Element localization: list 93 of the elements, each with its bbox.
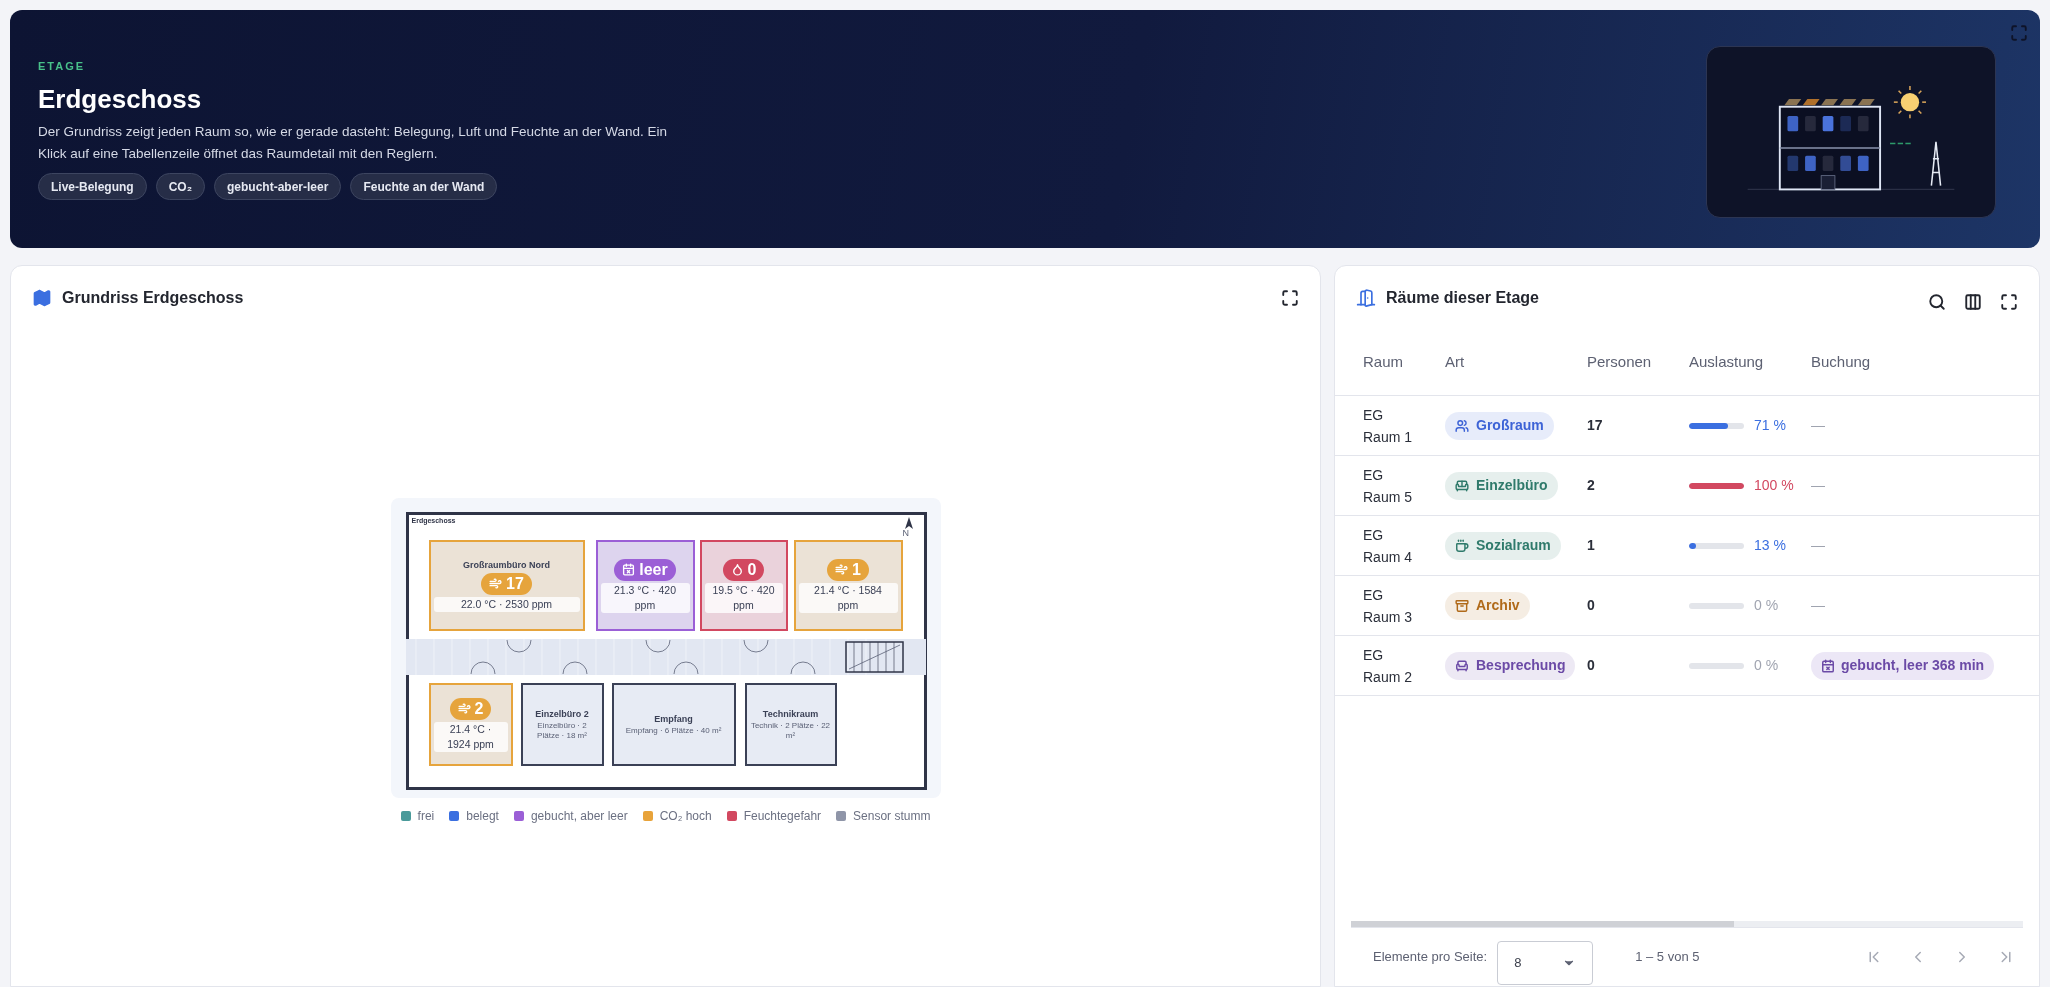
floor-description: Der Grundriss zeigt jeden Raum so, wie er gerade dasteht: Belegung, Luft und Feuchte an der Wand. Ein Klick auf eine Tabellenzeile öffnet das Raumdetail mit den Reglern. bbox=[38, 123, 669, 164]
occupancy-value: 100 % bbox=[1754, 476, 1794, 495]
calendar-icon bbox=[1821, 658, 1835, 673]
sensor-reading: 19.5 °C · 420 ppm bbox=[704, 582, 783, 613]
room-name: Empfang bbox=[654, 712, 693, 726]
search-icon[interactable] bbox=[1928, 293, 1946, 311]
horizontal-scrollbar[interactable] bbox=[1351, 921, 2023, 928]
room[interactable]: 2 21.4 °C · 1924 ppm bbox=[428, 683, 513, 766]
page-size-select[interactable]: 8 bbox=[1497, 941, 1594, 985]
status-badge: 1 bbox=[827, 558, 869, 581]
room-cell-text: EG Raum 2 bbox=[1363, 645, 1414, 687]
north-label: N bbox=[902, 529, 909, 538]
room-cell-text: EG Raum 1 bbox=[1363, 405, 1414, 447]
status-icon bbox=[730, 563, 744, 576]
occupancy-value: 0 % bbox=[1754, 656, 1779, 675]
sensor-reading: 21.4 °C · 1924 ppm bbox=[433, 721, 508, 752]
status-badge: 0 bbox=[722, 558, 765, 581]
card-title: Räume dieser Etage bbox=[1386, 288, 1539, 308]
room-cell-text: EG Raum 5 bbox=[1363, 465, 1414, 507]
status-icon bbox=[622, 563, 636, 576]
room-cell-text: EG Raum 3 bbox=[1363, 585, 1414, 627]
room-type-chip: Besprechung bbox=[1445, 651, 1576, 680]
persons-cell-text: 2 bbox=[1587, 476, 1596, 495]
room-details: Technik · 2 Plätze · 22 m² bbox=[749, 721, 832, 742]
table-row[interactable]: EG Raum 1 Großraum 17 71 % — bbox=[1335, 396, 2039, 456]
room[interactable]: Technikraum Technik · 2 Plätze · 22 m² bbox=[744, 683, 837, 766]
status-icon bbox=[457, 702, 471, 715]
persons-cell-text: 17 bbox=[1587, 416, 1604, 435]
room[interactable]: 1 21.4 °C · 1584 ppm bbox=[793, 540, 903, 631]
status-icon bbox=[835, 563, 849, 576]
legend-label: belegt bbox=[466, 808, 499, 825]
booking-empty: — bbox=[1811, 596, 1825, 615]
room[interactable]: Empfang Empfang · 6 Plätze · 40 m² bbox=[611, 683, 736, 766]
legend-label: CO₂ hoch bbox=[659, 808, 712, 825]
tag-chip: gebucht-aber-leer bbox=[214, 173, 342, 201]
eyebrow-label: ETAGE bbox=[38, 58, 87, 74]
column-header[interactable]: Art bbox=[1445, 351, 1587, 374]
tag-chip: Feuchte an der Wand bbox=[350, 173, 498, 201]
status-icon bbox=[489, 577, 503, 591]
occupancy-value: 0 % bbox=[1754, 596, 1779, 615]
column-header[interactable]: Raum bbox=[1363, 351, 1445, 374]
table-row[interactable]: EG Raum 5 Einzelbüro 2 100 % — bbox=[1335, 456, 2039, 516]
table-row[interactable]: EG Raum 4 Sozialraum 1 13 % — bbox=[1335, 516, 2039, 576]
page-range: 1 – 5 von 5 bbox=[1635, 948, 1700, 967]
table-row[interactable]: EG Raum 2 Besprechung 0 0 % gebucht, leer 368 min bbox=[1335, 636, 2039, 696]
room-name: Einzelbüro 2 bbox=[535, 707, 589, 721]
map-icon bbox=[32, 288, 52, 308]
sensor-reading: 22.0 °C · 2530 ppm bbox=[433, 596, 580, 612]
room-cell-text: EG Raum 4 bbox=[1363, 525, 1414, 567]
columns-icon[interactable] bbox=[1964, 293, 1982, 311]
legend-label: gebucht, aber leer bbox=[530, 808, 628, 825]
room[interactable]: Einzelbüro 2 Einzelbüro · 2 Plätze · 18 m² bbox=[520, 683, 604, 766]
room-details: Empfang · 6 Plätze · 40 m² bbox=[625, 726, 722, 737]
table-row[interactable]: EG Raum 3 Archiv 0 0 % — bbox=[1335, 576, 2039, 636]
tag-chip: Live-Belegung bbox=[38, 173, 147, 201]
booking-chip: gebucht, leer 368 min bbox=[1811, 651, 1995, 680]
room-name: Großraumbüro Nord bbox=[463, 559, 550, 573]
legend-label: frei bbox=[417, 808, 435, 825]
persons-cell-text: 1 bbox=[1587, 536, 1596, 555]
room-type-chip: Archiv bbox=[1445, 591, 1530, 620]
booking-empty: — bbox=[1811, 476, 1825, 495]
booking-empty: — bbox=[1811, 416, 1825, 435]
status-badge: 17 bbox=[481, 572, 532, 595]
room-type-chip: Sozialraum bbox=[1445, 531, 1561, 560]
room[interactable]: Großraumbüro Nord 17 22.0 °C · 2530 ppm bbox=[428, 540, 585, 631]
sensor-reading: 21.4 °C · 1584 ppm bbox=[798, 582, 898, 613]
persons-cell-text: 0 bbox=[1587, 596, 1596, 615]
column-header[interactable]: Auslastung bbox=[1689, 351, 1811, 374]
room-details: Einzelbüro · 2 Plätze · 18 m² bbox=[536, 721, 588, 742]
room-type-chip: Großraum bbox=[1445, 411, 1554, 440]
occupancy-value: 13 % bbox=[1754, 536, 1786, 555]
status-badge: 2 bbox=[449, 697, 492, 720]
room-type-chip: Einzelbüro bbox=[1445, 471, 1558, 500]
legend-label: Sensor stumm bbox=[853, 808, 931, 825]
fullscreen-icon[interactable] bbox=[2000, 293, 2018, 311]
fullscreen-icon[interactable] bbox=[1281, 289, 1299, 307]
column-header[interactable]: Buchung bbox=[1811, 351, 2011, 374]
column-header[interactable]: Personen bbox=[1587, 351, 1689, 374]
floor-title: Erdgeschoss bbox=[38, 83, 203, 117]
legend-label: Feuchtegefahr bbox=[743, 808, 822, 825]
room[interactable]: leer 21.3 °C · 420 ppm bbox=[595, 540, 695, 631]
door-icon bbox=[1356, 288, 1376, 308]
room[interactable]: 0 19.5 °C · 420 ppm bbox=[699, 540, 788, 631]
occupancy-value: 71 % bbox=[1754, 416, 1786, 435]
booking-empty: — bbox=[1811, 536, 1825, 555]
sensor-reading: 21.3 °C · 420 ppm bbox=[600, 582, 690, 613]
persons-cell-text: 0 bbox=[1587, 656, 1596, 675]
status-badge: leer bbox=[614, 558, 676, 581]
tag-chip: CO₂ bbox=[155, 173, 206, 201]
north-arrow-icon bbox=[903, 517, 914, 529]
card-title: Grundriss Erdgeschoss bbox=[62, 288, 244, 308]
page-size-label: Elemente pro Seite: bbox=[1373, 948, 1488, 967]
room-name: Technikraum bbox=[762, 707, 819, 721]
